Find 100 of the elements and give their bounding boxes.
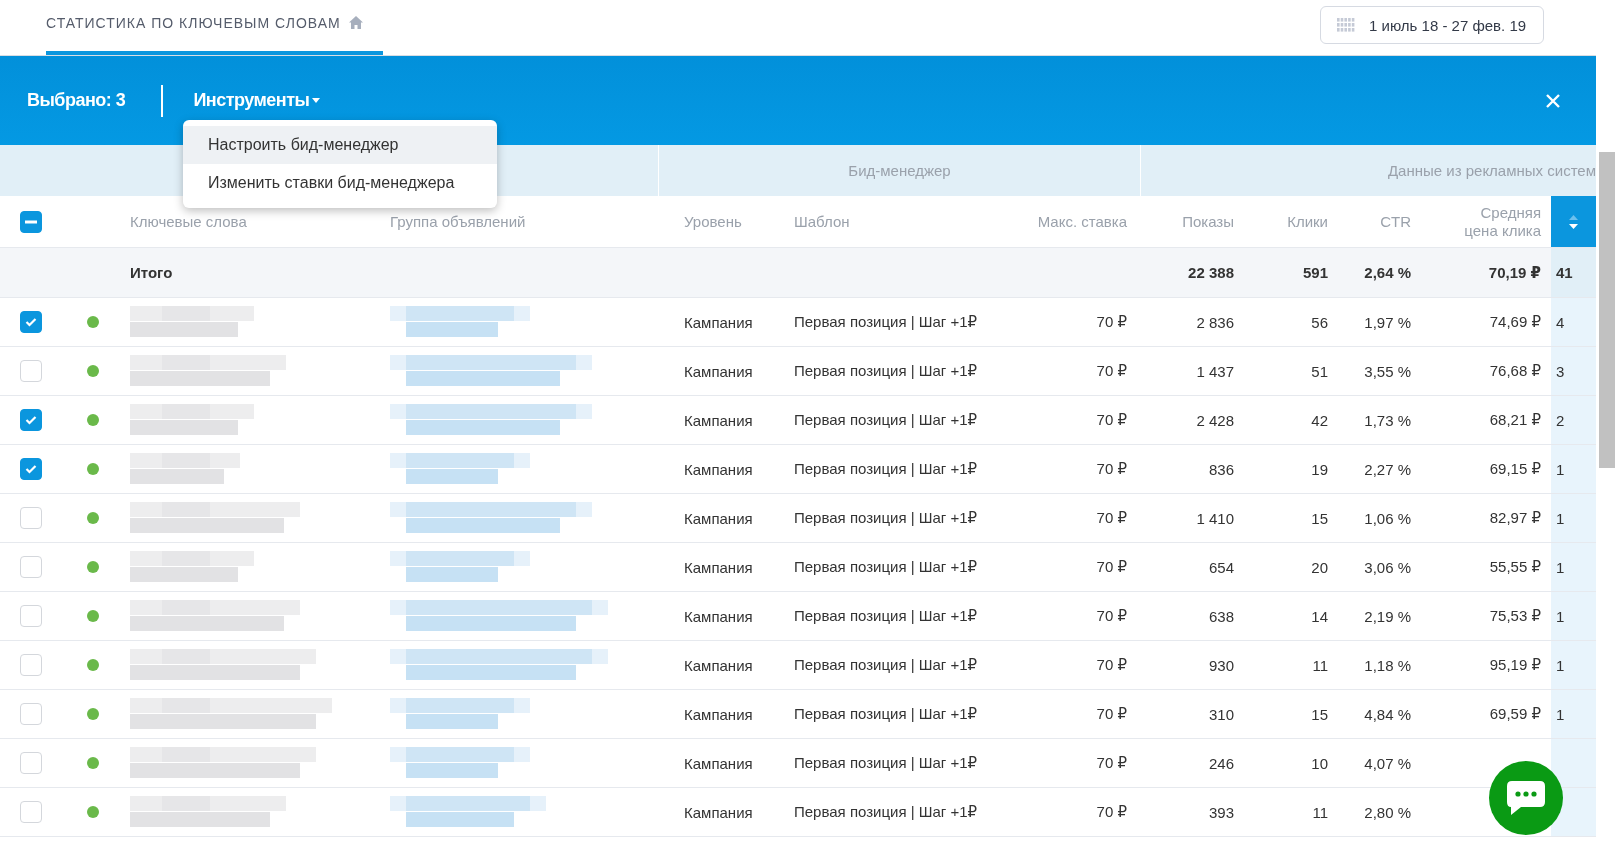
table-cell: Первая позиция | Шаг +1₽ xyxy=(794,362,978,380)
column-header[interactable]: Уровень xyxy=(684,213,742,230)
table-cell: 11 xyxy=(1312,656,1328,674)
table-cell: 930 xyxy=(1208,656,1234,674)
table-cell: 246 xyxy=(1208,754,1234,772)
status-dot-icon xyxy=(87,708,99,720)
column-header[interactable]: Группа объявлений xyxy=(390,213,526,230)
table-cell: 70 ₽ xyxy=(1096,362,1127,380)
table-cell: Первая позиция | Шаг +1₽ xyxy=(794,656,978,674)
table-cell: 70 ₽ xyxy=(1096,656,1127,674)
table-cell: 69,59 ₽ xyxy=(1489,705,1541,723)
selected-count: Выбрано: 3 xyxy=(27,90,126,111)
status-dot-icon xyxy=(87,610,99,622)
table-cell: 51 xyxy=(1311,362,1328,380)
table-cell: 2,64 % xyxy=(1364,264,1411,281)
table-cell: 4,07 % xyxy=(1364,754,1411,772)
status-dot-icon xyxy=(87,757,99,769)
table-cell: Кампания xyxy=(684,313,753,331)
check-icon xyxy=(25,464,37,474)
table-cell: Первая позиция | Шаг +1₽ xyxy=(794,558,978,576)
table-cell: Первая позиция | Шаг +1₽ xyxy=(794,509,978,527)
table-cell: 75,53 ₽ xyxy=(1489,607,1541,625)
table-cell: 56 xyxy=(1311,313,1328,331)
table-cell: Кампания xyxy=(684,460,753,478)
status-dot-icon xyxy=(87,659,99,671)
sorted-column-header[interactable] xyxy=(1551,196,1596,247)
table-cell: 10 xyxy=(1311,754,1328,772)
table-cell: 70 ₽ xyxy=(1096,705,1127,723)
home-icon xyxy=(348,16,363,29)
date-range-button[interactable]: 1 июль 18 - 27 фев. 19 xyxy=(1320,6,1544,44)
table-cell: 41 xyxy=(1551,248,1596,297)
table-cell: 3,06 % xyxy=(1364,558,1411,576)
menu-item[interactable]: Изменить ставки бид-менеджера xyxy=(183,164,497,202)
table-cell: 836 xyxy=(1208,460,1234,478)
tools-menu-button[interactable]: Инструменты xyxy=(193,90,321,111)
group-header: Данные из рекламных систем xyxy=(1386,161,1596,181)
status-dot-icon xyxy=(87,561,99,573)
table-cell: 70 ₽ xyxy=(1096,558,1127,576)
select-all-checkbox[interactable] xyxy=(20,210,42,233)
column-header[interactable]: Макс. ставка xyxy=(1037,213,1127,230)
table-cell: 95,19 ₽ xyxy=(1489,656,1541,674)
table-cell: 70 ₽ xyxy=(1096,607,1127,625)
table-cell: Первая позиция | Шаг +1₽ xyxy=(794,754,978,772)
totals-label: Итого xyxy=(130,264,173,281)
column-header[interactable]: Ключевые слова xyxy=(130,213,247,230)
table-cell: Кампания xyxy=(684,705,753,723)
check-icon xyxy=(25,415,37,425)
table-cell: Кампания xyxy=(684,656,753,674)
menu-item[interactable]: Настроить бид-менеджер xyxy=(183,126,497,164)
table-cell xyxy=(1551,739,1596,787)
column-header[interactable]: Показы xyxy=(1182,213,1234,230)
table-cell: 1 437 xyxy=(1196,362,1234,380)
table-cell: 2,19 % xyxy=(1364,607,1411,625)
table-cell: 70 ₽ xyxy=(1096,509,1127,527)
table-cell: 70 ₽ xyxy=(1096,754,1127,772)
table-cell: 310 xyxy=(1208,705,1234,723)
row-checkbox[interactable] xyxy=(20,458,42,480)
table-cell: 22 388 xyxy=(1188,264,1234,281)
table-cell: 2 xyxy=(1551,396,1596,444)
table-cell: 1 xyxy=(1551,543,1596,591)
close-icon[interactable] xyxy=(1546,94,1560,108)
table-cell: 74,69 ₽ xyxy=(1489,313,1541,331)
table-cell: Кампания xyxy=(684,803,753,821)
table-cell: 15 xyxy=(1311,509,1328,527)
calendar-grid-icon xyxy=(1337,18,1355,32)
table-cell: Кампания xyxy=(684,558,753,576)
column-header[interactable]: Клики xyxy=(1287,213,1328,230)
table-cell: 15 xyxy=(1311,705,1328,723)
minus-icon xyxy=(25,219,37,224)
table-cell: 70 ₽ xyxy=(1096,460,1127,478)
table-cell: 1 xyxy=(1551,445,1596,493)
table-cell: Кампания xyxy=(684,362,753,380)
table-cell: 1 410 xyxy=(1196,509,1234,527)
column-header[interactable]: Средняя цена клика xyxy=(1445,203,1541,240)
table-cell: 69,15 ₽ xyxy=(1489,460,1541,478)
sort-icon xyxy=(1569,214,1578,229)
table-cell: Первая позиция | Шаг +1₽ xyxy=(794,803,978,821)
table-cell: Первая позиция | Шаг +1₽ xyxy=(794,705,978,723)
status-dot-icon xyxy=(87,512,99,524)
column-header[interactable]: CTR xyxy=(1380,213,1411,230)
table-cell: 1,18 % xyxy=(1364,656,1411,674)
scrollbar-thumb[interactable] xyxy=(1599,152,1615,468)
table-cell: 76,68 ₽ xyxy=(1489,362,1541,380)
table-cell: Кампания xyxy=(684,607,753,625)
check-icon xyxy=(25,317,37,327)
column-header[interactable]: Шаблон xyxy=(794,213,850,230)
table-cell: 638 xyxy=(1208,607,1234,625)
table-cell: 1 xyxy=(1551,690,1596,738)
status-dot-icon xyxy=(87,463,99,475)
table-cell: 1,06 % xyxy=(1364,509,1411,527)
table-cell: 70,19 ₽ xyxy=(1488,263,1541,282)
table-cell: 55,55 ₽ xyxy=(1489,558,1541,576)
table-cell: 2,27 % xyxy=(1364,460,1411,478)
row-checkbox[interactable] xyxy=(20,311,42,333)
status-dot-icon xyxy=(87,365,99,377)
table-cell: 2 836 xyxy=(1196,313,1234,331)
table-cell: Кампания xyxy=(684,509,753,527)
chat-bubble-icon xyxy=(1507,781,1545,815)
row-checkbox[interactable] xyxy=(20,409,42,431)
table-cell: 70 ₽ xyxy=(1096,313,1127,331)
